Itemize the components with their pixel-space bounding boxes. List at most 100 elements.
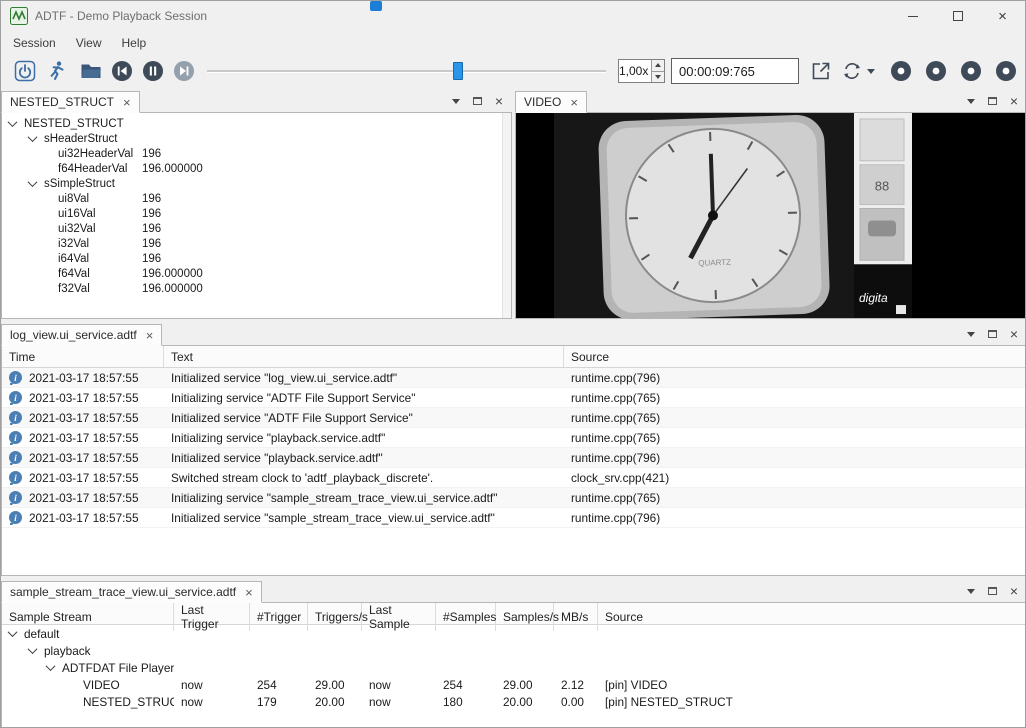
tab-close-icon[interactable]: × bbox=[146, 329, 154, 342]
external-link-icon bbox=[809, 59, 833, 83]
column-header-sample-count[interactable]: #Samples bbox=[436, 603, 496, 631]
tab-video[interactable]: VIDEO × bbox=[515, 91, 587, 113]
tree-row[interactable]: ui32HeaderVal196 bbox=[2, 146, 511, 161]
run-button[interactable] bbox=[42, 58, 69, 85]
menu-view[interactable]: View bbox=[66, 33, 112, 53]
table-row[interactable]: i2021-03-17 18:57:55 Initialized service… bbox=[2, 408, 1026, 428]
tree-row[interactable]: i32Val196 bbox=[2, 236, 511, 251]
pause-button[interactable] bbox=[139, 58, 166, 85]
cell-text: Initializing service "ADTF File Support … bbox=[164, 391, 564, 405]
expander-icon[interactable] bbox=[28, 177, 38, 187]
table-row[interactable]: i2021-03-17 18:57:55 Initializing servic… bbox=[2, 428, 1026, 448]
loop-dropdown-button[interactable] bbox=[865, 58, 877, 84]
info-icon: i bbox=[9, 431, 22, 444]
tree-item-value: 196.000000 bbox=[142, 163, 203, 175]
tree-row[interactable]: sSimpleStruct bbox=[2, 176, 511, 191]
expander-icon[interactable] bbox=[46, 661, 56, 671]
maximize-button[interactable] bbox=[935, 1, 980, 31]
expander-icon[interactable] bbox=[28, 132, 38, 142]
open-file-button[interactable] bbox=[77, 58, 104, 85]
column-header-trigger-count[interactable]: #Trigger bbox=[250, 603, 308, 631]
tree-row[interactable]: f64Val196.000000 bbox=[2, 266, 511, 281]
tree-row[interactable]: ui16Val196 bbox=[2, 206, 511, 221]
marker-button-2[interactable] bbox=[925, 60, 947, 82]
menu-help[interactable]: Help bbox=[112, 33, 157, 53]
dock-float-icon[interactable] bbox=[988, 330, 997, 338]
tree-row[interactable]: sHeaderStruct bbox=[2, 131, 511, 146]
clock-brand-label: QUARTZ bbox=[698, 258, 731, 268]
table-row[interactable]: VIDEO now 254 29.00 now 254 29.00 2.12 [… bbox=[2, 676, 1026, 693]
tree-item-label: default bbox=[24, 627, 59, 641]
tab-close-icon[interactable]: × bbox=[245, 586, 253, 599]
table-row[interactable]: i2021-03-17 18:57:55 Initializing servic… bbox=[2, 488, 1026, 508]
speed-decrease-button[interactable] bbox=[652, 71, 664, 83]
column-header-last-sample[interactable]: Last Sample bbox=[362, 603, 436, 631]
expander-icon[interactable] bbox=[28, 644, 38, 654]
tree-row[interactable]: i64Val196 bbox=[2, 251, 511, 266]
dock-menu-icon[interactable] bbox=[452, 99, 460, 104]
slider-handle[interactable] bbox=[453, 62, 463, 80]
table-row[interactable]: playback bbox=[2, 642, 1026, 659]
tree-row[interactable]: ui32Val196 bbox=[2, 221, 511, 236]
titlebar[interactable]: ADTF - Demo Playback Session × bbox=[1, 1, 1025, 31]
tab-nested-struct[interactable]: NESTED_STRUCT × bbox=[1, 91, 140, 113]
cell-time: 2021-03-17 18:57:55 bbox=[29, 371, 139, 385]
skip-to-start-button[interactable] bbox=[108, 58, 135, 85]
dock-float-icon[interactable] bbox=[473, 97, 482, 105]
menubar: Session View Help bbox=[1, 31, 1025, 54]
column-header-text[interactable]: Text bbox=[164, 346, 564, 367]
marker-button-3[interactable] bbox=[960, 60, 982, 82]
tree-row[interactable]: NESTED_STRUCT bbox=[2, 116, 511, 131]
marker-button-1[interactable] bbox=[890, 60, 912, 82]
column-header-samples-per-s[interactable]: Samples/s bbox=[496, 603, 554, 631]
table-row[interactable]: NESTED_STRUCT now 179 20.00 now 180 20.0… bbox=[2, 693, 1026, 710]
dock-close-icon[interactable]: × bbox=[1010, 94, 1018, 108]
dock-menu-icon[interactable] bbox=[967, 589, 975, 594]
dock-close-icon[interactable]: × bbox=[495, 94, 503, 108]
column-header-last-trigger[interactable]: Last Trigger bbox=[174, 603, 250, 631]
column-header-triggers-per-s[interactable]: Triggers/s bbox=[308, 603, 362, 631]
table-row[interactable]: i2021-03-17 18:57:55 Initializing servic… bbox=[2, 388, 1026, 408]
speed-increase-button[interactable] bbox=[652, 60, 664, 71]
dock-menu-icon[interactable] bbox=[967, 332, 975, 337]
tree-row[interactable]: ui8Val196 bbox=[2, 191, 511, 206]
init-power-button[interactable] bbox=[11, 58, 38, 85]
dock-close-icon[interactable]: × bbox=[1010, 327, 1018, 341]
column-header-mb-per-s[interactable]: MB/s bbox=[554, 603, 598, 631]
tab-close-icon[interactable]: × bbox=[123, 96, 131, 109]
export-button[interactable] bbox=[807, 58, 834, 85]
column-header-time[interactable]: Time bbox=[2, 346, 164, 367]
tab-log-view[interactable]: log_view.ui_service.adtf × bbox=[1, 324, 162, 346]
menu-session[interactable]: Session bbox=[3, 33, 66, 53]
dock-close-icon[interactable]: × bbox=[1010, 584, 1018, 598]
close-button[interactable]: × bbox=[980, 1, 1025, 31]
column-header-source[interactable]: Source bbox=[598, 603, 1026, 631]
dock-menu-icon[interactable] bbox=[967, 99, 975, 104]
column-header-source[interactable]: Source bbox=[564, 346, 1026, 367]
dock-float-icon[interactable] bbox=[988, 587, 997, 595]
table-row[interactable]: i2021-03-17 18:57:55 Initialized service… bbox=[2, 448, 1026, 468]
table-row[interactable]: i2021-03-17 18:57:55 Initialized service… bbox=[2, 508, 1026, 528]
expander-icon[interactable] bbox=[8, 627, 18, 637]
video-panel: VIDEO × × bbox=[515, 89, 1026, 319]
minimize-button[interactable] bbox=[890, 1, 935, 31]
table-row[interactable]: i2021-03-17 18:57:55 Initialized service… bbox=[2, 368, 1026, 388]
step-forward-button[interactable] bbox=[170, 58, 197, 85]
adtf-window: ADTF - Demo Playback Session × Session V… bbox=[0, 0, 1026, 728]
table-row[interactable]: i2021-03-17 18:57:55 Switched stream clo… bbox=[2, 468, 1026, 488]
expander-icon[interactable] bbox=[8, 117, 18, 127]
loop-button[interactable] bbox=[838, 58, 865, 85]
vertical-scrollbar[interactable] bbox=[502, 113, 511, 318]
table-row[interactable]: ADTFDAT File Player bbox=[2, 659, 1026, 676]
tab-sample-stream-trace[interactable]: sample_stream_trace_view.ui_service.adtf… bbox=[1, 581, 262, 603]
tree-row[interactable]: f32Val196.000000 bbox=[2, 281, 511, 296]
tree-item-label: playback bbox=[44, 644, 91, 658]
dock-float-icon[interactable] bbox=[988, 97, 997, 105]
tab-label: VIDEO bbox=[524, 95, 561, 109]
tab-close-icon[interactable]: × bbox=[570, 96, 578, 109]
cell-source: clock_srv.cpp(421) bbox=[564, 471, 1026, 485]
playback-position-slider[interactable] bbox=[207, 58, 606, 84]
tree-row[interactable]: f64HeaderVal196.000000 bbox=[2, 161, 511, 176]
marker-button-4[interactable] bbox=[995, 60, 1017, 82]
speed-spinbox[interactable]: 1,00x bbox=[618, 59, 665, 83]
